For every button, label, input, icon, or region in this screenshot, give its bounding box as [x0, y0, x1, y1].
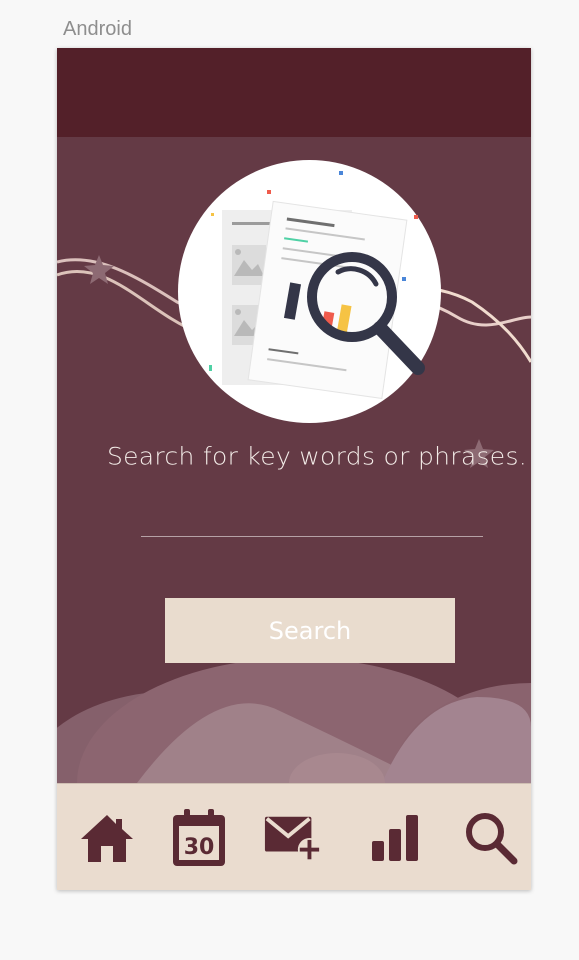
calendar-day: 30	[184, 835, 215, 860]
confetti	[402, 277, 406, 281]
doc-image-sun-2	[235, 309, 241, 315]
confetti	[414, 215, 418, 219]
confetti	[339, 171, 343, 175]
calendar-icon: 30	[173, 809, 225, 866]
nav-home[interactable]	[77, 808, 137, 868]
confetti	[267, 190, 271, 194]
nav-stats[interactable]	[365, 808, 425, 868]
confetti	[209, 365, 212, 371]
confetti	[211, 213, 214, 216]
search-icon	[466, 813, 518, 865]
search-prompt: Search for key words or phrases.	[106, 442, 528, 471]
phone-screen: Search for key words or phrases. Search …	[57, 48, 531, 890]
platform-label: Android	[63, 18, 132, 40]
status-bar	[57, 48, 531, 137]
doc-image-sun	[235, 249, 241, 255]
search-illustration	[178, 160, 441, 423]
home-icon	[81, 815, 133, 862]
compose-mail-icon	[264, 816, 322, 862]
search-input[interactable]	[141, 500, 483, 537]
stats-icon	[372, 815, 418, 861]
doc-front	[247, 200, 408, 400]
nav-calendar[interactable]: 30	[169, 808, 229, 868]
bottom-navigation: 30	[57, 783, 531, 890]
nav-compose[interactable]	[263, 808, 323, 868]
nav-search[interactable]	[461, 808, 521, 868]
search-button[interactable]: Search	[165, 598, 455, 663]
